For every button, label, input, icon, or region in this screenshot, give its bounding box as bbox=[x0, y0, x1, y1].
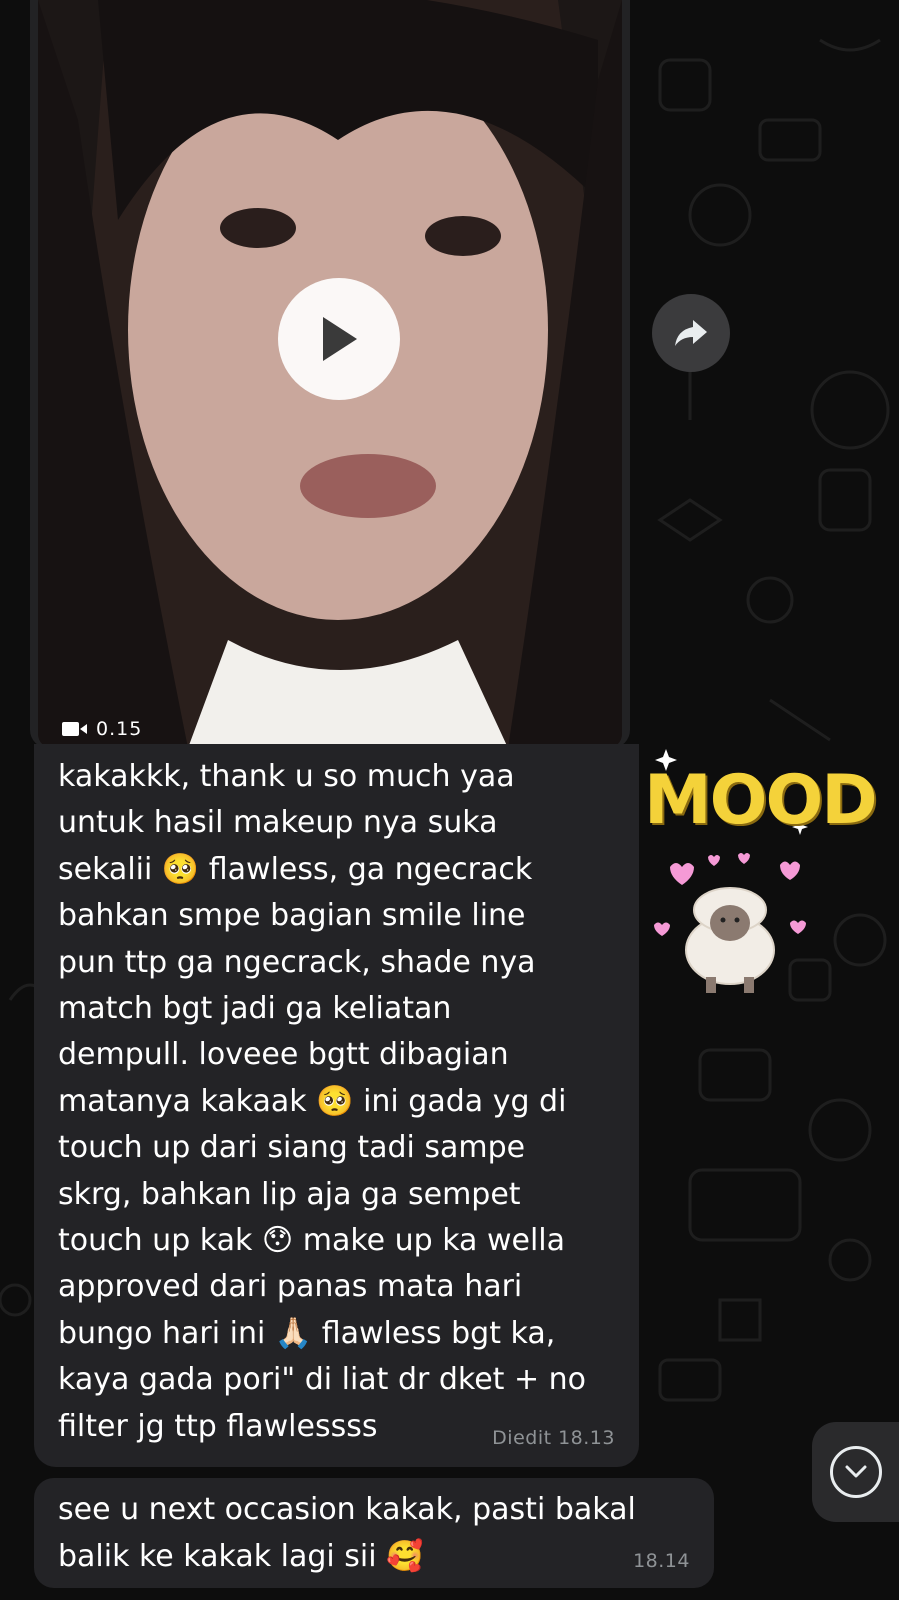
scroll-to-bottom-button[interactable] bbox=[812, 1422, 899, 1522]
message-meta: Diedit 18.13 bbox=[492, 1427, 615, 1449]
chevron-down-icon bbox=[845, 1465, 867, 1478]
play-button[interactable] bbox=[278, 278, 400, 400]
video-duration-label: 0.15 bbox=[96, 718, 143, 740]
forward-button[interactable] bbox=[652, 294, 730, 372]
message-text: kakakkk, thank u so much yaa untuk hasil… bbox=[58, 759, 587, 1444]
edited-label: Diedit bbox=[492, 1427, 552, 1449]
message-text-2: see u next occasion kakak, pasti bakal b… bbox=[58, 1492, 636, 1574]
scroll-down-circle bbox=[830, 1446, 882, 1498]
play-icon bbox=[323, 317, 357, 361]
sticker-text: MOOD bbox=[644, 761, 878, 840]
text-message-bubble[interactable]: kakakkk, thank u so much yaa untuk hasil… bbox=[34, 744, 639, 1467]
message-time-2: 18.14 bbox=[633, 1550, 690, 1572]
video-duration: 0.15 bbox=[62, 718, 142, 740]
forward-arrow-icon bbox=[675, 320, 707, 346]
message-time: 18.13 bbox=[558, 1427, 615, 1449]
mood-sticker[interactable]: MOOD bbox=[640, 745, 878, 1015]
video-thumbnail[interactable]: 0.15 bbox=[38, 0, 622, 748]
video-camera-icon bbox=[62, 722, 87, 736]
video-message-bubble[interactable]: 0.15 bbox=[30, 0, 630, 748]
text-message-bubble-2[interactable]: see u next occasion kakak, pasti bakal b… bbox=[34, 1478, 714, 1588]
